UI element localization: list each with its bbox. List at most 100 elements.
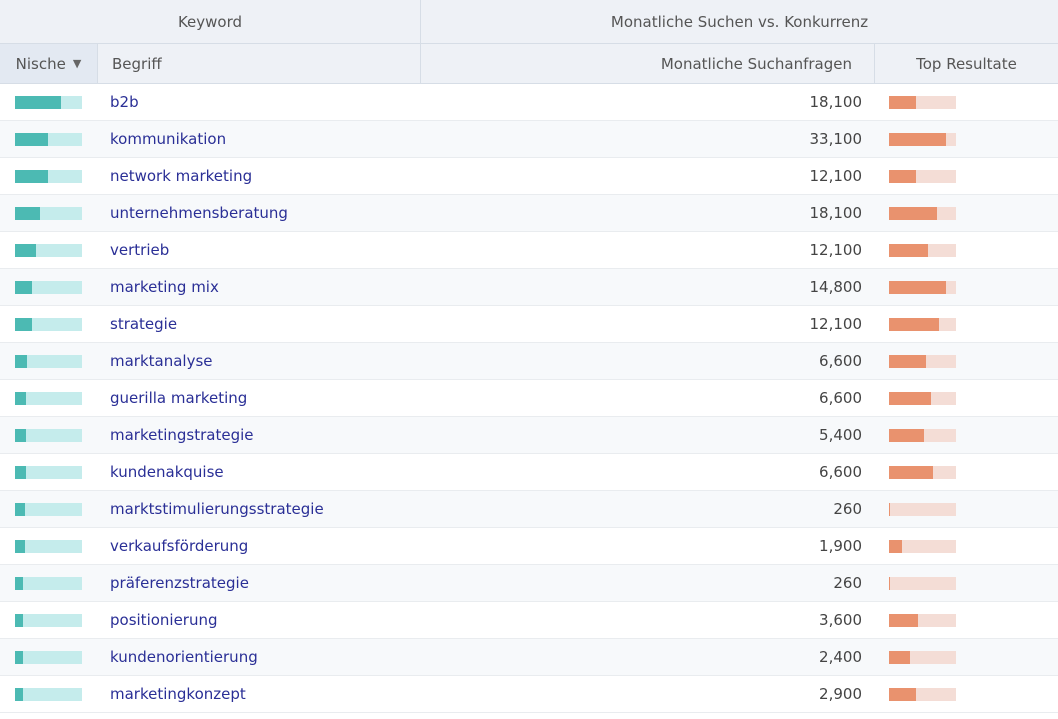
top-results-bar [889, 650, 956, 664]
keyword-link[interactable]: unternehmensberatung [97, 204, 419, 222]
table-row: vertrieb 12,100 [0, 232, 1058, 269]
keyword-link[interactable]: vertrieb [97, 241, 419, 259]
header-group-keyword: Keyword [0, 0, 421, 43]
niche-bar-fill [15, 132, 48, 146]
top-results-bar-fill [889, 502, 891, 516]
table-row: marketingkonzept 2,900 [0, 676, 1058, 713]
header-column-row: Nische ▼ Begriff Monatliche Suchanfragen… [0, 44, 1058, 84]
keyword-link[interactable]: b2b [97, 93, 419, 111]
niche-cell [0, 354, 97, 368]
table-row: positionierung 3,600 [0, 602, 1058, 639]
niche-bar-fill [15, 391, 26, 405]
monthly-searches-value: 5,400 [819, 426, 862, 444]
monthly-searches-value: 1,900 [819, 537, 862, 555]
top-results-bar [889, 354, 956, 368]
keyword-link[interactable]: verkaufsförderung [97, 537, 419, 555]
keyword-link[interactable]: kommunikation [97, 130, 419, 148]
niche-bar [15, 502, 82, 516]
table-row: unternehmensberatung 18,100 [0, 195, 1058, 232]
table-row: marktanalyse 6,600 [0, 343, 1058, 380]
keyword-link[interactable]: network marketing [97, 167, 419, 185]
niche-bar-fill [15, 428, 26, 442]
table-row: network marketing 12,100 [0, 158, 1058, 195]
niche-cell [0, 280, 97, 294]
niche-cell [0, 576, 97, 590]
keyword-link[interactable]: marketingstrategie [97, 426, 419, 444]
niche-bar [15, 280, 82, 294]
top-results-bar-fill [889, 132, 946, 146]
top-results-bar-fill [889, 243, 928, 257]
top-results-cell [862, 576, 1058, 590]
table-row: marketing mix 14,800 [0, 269, 1058, 306]
monthly-searches-value: 6,600 [819, 463, 862, 481]
top-results-cell [862, 465, 1058, 479]
niche-cell [0, 317, 97, 331]
niche-bar [15, 354, 82, 368]
column-header-begriff[interactable]: Begriff [98, 44, 421, 83]
sort-descending-icon[interactable]: ▼ [73, 57, 81, 70]
keyword-link[interactable]: marktstimulierungsstrategie [97, 500, 419, 518]
niche-bar-fill [15, 169, 48, 183]
keyword-link[interactable]: marketingkonzept [97, 685, 419, 703]
header-group-monthly: Monatliche Suchen vs. Konkurrenz [610, 12, 869, 31]
niche-bar [15, 428, 82, 442]
niche-bar-fill [15, 613, 24, 627]
niche-bar [15, 650, 82, 664]
top-results-cell [862, 391, 1058, 405]
keyword-link[interactable]: kundenakquise [97, 463, 419, 481]
top-results-bar-fill [889, 613, 919, 627]
top-results-bar-fill [889, 539, 903, 553]
keyword-link[interactable]: präferenzstrategie [97, 574, 419, 592]
monthly-searches-value: 3,600 [819, 611, 862, 629]
top-results-cell [862, 317, 1058, 331]
monthly-searches-value: 12,100 [809, 241, 863, 259]
column-header-nische[interactable]: Nische ▼ [0, 44, 98, 83]
top-results-bar-fill [889, 576, 891, 590]
column-header-top-results[interactable]: Top Resultate [875, 44, 1058, 83]
niche-bar [15, 613, 82, 627]
niche-bar [15, 132, 82, 146]
top-results-bar [889, 95, 956, 109]
table-row: strategie 12,100 [0, 306, 1058, 343]
keyword-link[interactable]: guerilla marketing [97, 389, 419, 407]
niche-bar-fill [15, 502, 26, 516]
top-results-bar [889, 169, 956, 183]
niche-bar [15, 317, 82, 331]
table-row: guerilla marketing 6,600 [0, 380, 1058, 417]
top-results-cell [862, 280, 1058, 294]
keyword-link[interactable]: marktanalyse [97, 352, 419, 370]
top-results-bar [889, 317, 956, 331]
niche-bar-fill [15, 687, 24, 701]
top-results-bar [889, 243, 956, 257]
table-row: präferenzstrategie 260 [0, 565, 1058, 602]
keyword-link[interactable]: marketing mix [97, 278, 419, 296]
top-results-cell [862, 354, 1058, 368]
niche-cell [0, 613, 97, 627]
niche-cell [0, 428, 97, 442]
column-header-nische-label: Nische [15, 54, 66, 73]
niche-bar-fill [15, 280, 33, 294]
niche-bar-fill [15, 354, 28, 368]
monthly-searches-value: 33,100 [809, 130, 863, 148]
keyword-table: Keyword Monatliche Suchen vs. Konkurrenz… [0, 0, 1058, 713]
column-header-monthly-searches[interactable]: Monatliche Suchanfragen [421, 44, 875, 83]
keyword-link[interactable]: strategie [97, 315, 419, 333]
niche-bar [15, 206, 82, 220]
monthly-searches-value: 12,100 [809, 167, 863, 185]
monthly-searches-value: 14,800 [809, 278, 863, 296]
niche-cell [0, 391, 97, 405]
top-results-bar-fill [889, 465, 934, 479]
niche-bar-fill [15, 243, 37, 257]
niche-bar-fill [15, 206, 41, 220]
niche-cell [0, 502, 97, 516]
keyword-link[interactable]: positionierung [97, 611, 419, 629]
top-results-bar-fill [889, 169, 916, 183]
niche-bar [15, 576, 82, 590]
table-row: verkaufsförderung 1,900 [0, 528, 1058, 565]
niche-bar-fill [15, 95, 61, 109]
table-row: b2b 18,100 [0, 84, 1058, 121]
top-results-bar [889, 465, 956, 479]
keyword-link[interactable]: kundenorientierung [97, 648, 419, 666]
top-results-cell [862, 502, 1058, 516]
niche-bar-fill [15, 650, 24, 664]
